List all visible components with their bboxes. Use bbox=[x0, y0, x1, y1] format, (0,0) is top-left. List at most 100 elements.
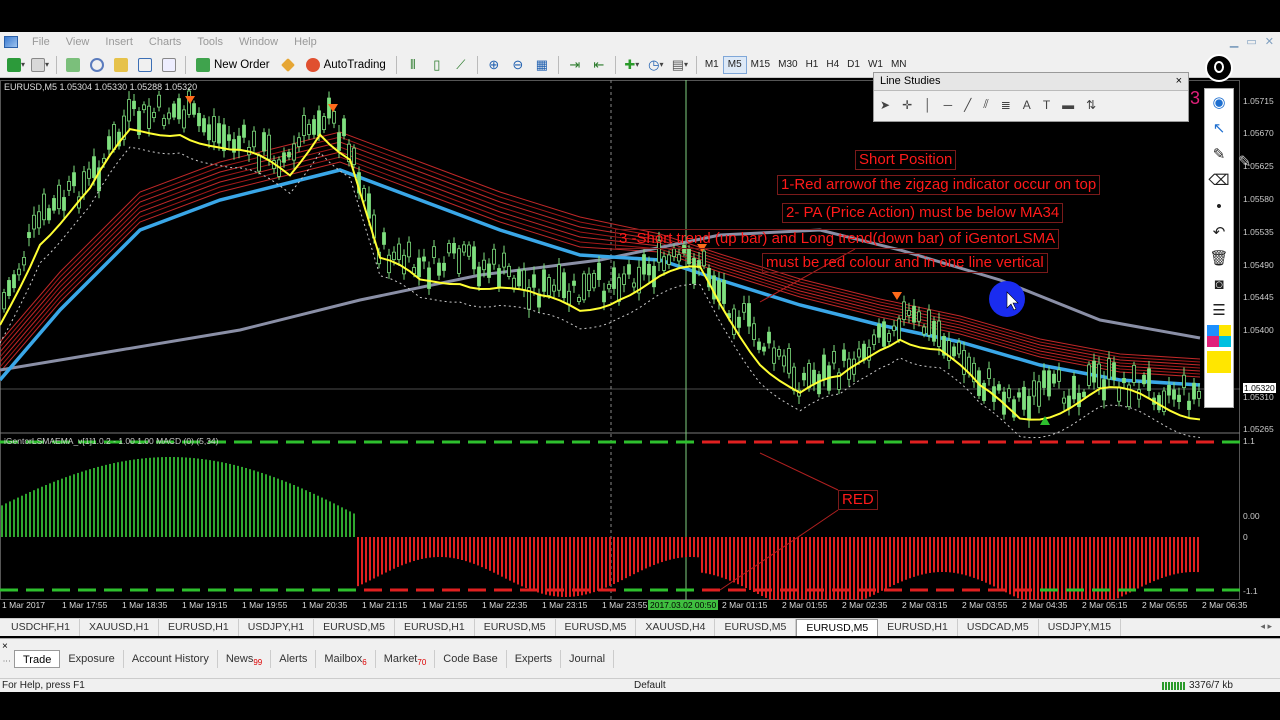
new-chart-button[interactable]: ▾ bbox=[6, 55, 26, 75]
autoscroll-button[interactable]: ⇥ bbox=[565, 55, 585, 75]
highlighter-icon[interactable]: ✎ bbox=[1238, 152, 1251, 172]
zoom-in-button[interactable]: ⊕ bbox=[484, 55, 504, 75]
timeframe-h4[interactable]: H4 bbox=[822, 56, 843, 74]
chart-tab[interactable]: EURUSD,M5 bbox=[715, 619, 797, 636]
chart-tab[interactable]: EURUSD,M5 bbox=[556, 619, 637, 636]
price-chart[interactable]: EURUSD,M5 1.05304 1.05330 1.05288 1.0532… bbox=[0, 80, 1240, 612]
chart-tab[interactable]: EURUSD,M5 bbox=[475, 619, 556, 636]
minimize-icon[interactable]: ▁ bbox=[1230, 35, 1238, 48]
menu-icon[interactable]: ☰ bbox=[1205, 297, 1233, 323]
indicators-button[interactable]: ✚ ▾ bbox=[622, 55, 642, 75]
terminal-tab-market[interactable]: Market70 bbox=[376, 650, 436, 668]
arrows-icon[interactable]: ⇅ bbox=[1086, 98, 1096, 112]
chart-tab[interactable]: EURUSD,H1 bbox=[159, 619, 239, 636]
chart-tab[interactable]: USDCAD,M5 bbox=[958, 619, 1039, 636]
channel-icon[interactable]: ⫽ bbox=[983, 97, 988, 112]
chart-tab[interactable]: USDJPY,M15 bbox=[1039, 619, 1122, 636]
menu-help[interactable]: Help bbox=[286, 36, 325, 48]
menu-file[interactable]: File bbox=[24, 36, 58, 48]
restore-icon[interactable]: ▭ bbox=[1246, 35, 1256, 48]
chart-shift-button[interactable]: ⇤ bbox=[589, 55, 609, 75]
eye-icon[interactable]: ◉ bbox=[1205, 89, 1233, 115]
menu-window[interactable]: Window bbox=[231, 36, 286, 48]
zoom-out-button[interactable]: ⊖ bbox=[508, 55, 528, 75]
time-label: 1 Mar 19:55 bbox=[242, 600, 288, 610]
terminal-tab-alerts[interactable]: Alerts bbox=[271, 650, 317, 668]
candle-chart-button[interactable]: ▯ bbox=[427, 55, 447, 75]
menu-insert[interactable]: Insert bbox=[97, 36, 141, 48]
terminal-tab-account-history[interactable]: Account History bbox=[124, 650, 218, 668]
timeframe-m1[interactable]: M1 bbox=[701, 56, 723, 74]
cursor-icon[interactable]: ➤ bbox=[880, 98, 890, 112]
annotation-rule-3b[interactable]: must be red colour and in one line verti… bbox=[762, 253, 1048, 273]
timeframe-d1[interactable]: D1 bbox=[843, 56, 864, 74]
market-watch-button[interactable] bbox=[63, 55, 83, 75]
crosshair-icon[interactable]: ✛ bbox=[902, 98, 912, 112]
annotation-rule-2[interactable]: 2- PA (Price Action) must be below MA34 bbox=[782, 203, 1064, 223]
navigator-button[interactable] bbox=[87, 55, 107, 75]
pencil-icon[interactable]: ✎ bbox=[1205, 141, 1233, 167]
chart-tab[interactable]: USDCHF,H1 bbox=[2, 619, 80, 636]
metaeditor-button[interactable] bbox=[278, 55, 298, 75]
menu-view[interactable]: View bbox=[58, 36, 98, 48]
text-icon[interactable]: A bbox=[1023, 98, 1031, 112]
timeframe-m5[interactable]: M5 bbox=[722, 55, 747, 74]
terminal-tab-news[interactable]: News99 bbox=[218, 650, 272, 668]
dot-icon[interactable]: • bbox=[1205, 193, 1233, 219]
color-palette-icon[interactable] bbox=[1205, 323, 1233, 349]
annotation-red-label[interactable]: RED bbox=[838, 490, 878, 510]
bar-chart-button[interactable]: ⫴ bbox=[403, 55, 423, 75]
rectangle-icon[interactable]: ▬ bbox=[1062, 98, 1074, 112]
annotation-rule-1[interactable]: 1-Red arrowof the zigzag indicator occur… bbox=[777, 175, 1101, 195]
menu-tools[interactable]: Tools bbox=[189, 36, 231, 48]
camera-icon[interactable]: ◙ bbox=[1205, 271, 1233, 297]
annotation-title[interactable]: Short Position bbox=[855, 150, 957, 170]
terminal-tab-trade[interactable]: Trade bbox=[14, 650, 61, 668]
periods-button[interactable]: ◷ ▾ bbox=[646, 55, 666, 75]
terminal-tab-journal[interactable]: Journal bbox=[561, 650, 615, 668]
pointer-icon[interactable]: ↖ bbox=[1205, 115, 1233, 141]
favorites-button[interactable] bbox=[111, 55, 131, 75]
eraser-icon[interactable]: ⌫ bbox=[1205, 167, 1233, 193]
chart-tab-active[interactable]: EURUSD,M5 bbox=[796, 619, 879, 636]
candle-body bbox=[722, 279, 726, 304]
profiles-button[interactable]: ▾ bbox=[30, 55, 50, 75]
close-icon[interactable]: × bbox=[1176, 75, 1182, 88]
terminal-tab-mailbox[interactable]: Mailbox6 bbox=[316, 650, 376, 668]
horizontal-line-icon[interactable]: ─ bbox=[944, 98, 953, 112]
chart-tab[interactable]: XAUUSD,H1 bbox=[80, 619, 160, 636]
timeframe-mn[interactable]: MN bbox=[887, 56, 911, 74]
chart-tab[interactable]: USDJPY,H1 bbox=[239, 619, 315, 636]
trash-icon[interactable]: 🗑 bbox=[1205, 245, 1233, 271]
vertical-line-icon[interactable]: │ bbox=[924, 98, 932, 112]
current-color-swatch[interactable] bbox=[1205, 349, 1233, 375]
annotation-rule-3[interactable]: 3 -Short trend (up bar) and Long trend(d… bbox=[615, 229, 1060, 249]
trendline-icon[interactable]: ╱ bbox=[964, 98, 971, 112]
terminal-button[interactable] bbox=[135, 55, 155, 75]
chart-tab[interactable]: EURUSD,M5 bbox=[314, 619, 395, 636]
text-label-icon[interactable]: T bbox=[1043, 98, 1050, 112]
terminal-close-icon[interactable]: × bbox=[2, 641, 8, 652]
timeframe-h1[interactable]: H1 bbox=[802, 56, 823, 74]
tile-windows-button[interactable]: ▦ bbox=[532, 55, 552, 75]
chart-tab[interactable]: EURUSD,H1 bbox=[878, 619, 958, 636]
timeframe-w1[interactable]: W1 bbox=[864, 56, 887, 74]
terminal-tab-code-base[interactable]: Code Base bbox=[435, 650, 507, 668]
terminal-tab-exposure[interactable]: Exposure bbox=[60, 650, 124, 668]
menu-charts[interactable]: Charts bbox=[141, 36, 189, 48]
timeframe-m30[interactable]: M30 bbox=[774, 56, 801, 74]
tester-button[interactable] bbox=[159, 55, 179, 75]
close-icon[interactable]: ✕ bbox=[1265, 35, 1274, 48]
new-order-button[interactable]: New Order bbox=[192, 55, 274, 75]
templates-button[interactable]: ▤ ▾ bbox=[670, 55, 690, 75]
timeframe-m15[interactable]: M15 bbox=[747, 56, 774, 74]
chart-tab[interactable]: EURUSD,H1 bbox=[395, 619, 475, 636]
line-chart-button[interactable]: ⟋ bbox=[451, 55, 471, 75]
undo-icon[interactable]: ↶ bbox=[1205, 219, 1233, 245]
terminal-tab-experts[interactable]: Experts bbox=[507, 650, 562, 668]
autotrading-button[interactable]: AutoTrading bbox=[302, 55, 390, 75]
chart-tab[interactable]: XAUUSD,H4 bbox=[636, 619, 716, 636]
tab-scroll-arrows-icon[interactable]: ◂ ▸ bbox=[1260, 621, 1272, 632]
fibonacci-icon[interactable]: ≣ bbox=[1001, 98, 1011, 112]
line-studies-header[interactable]: Line Studies × bbox=[874, 73, 1188, 91]
